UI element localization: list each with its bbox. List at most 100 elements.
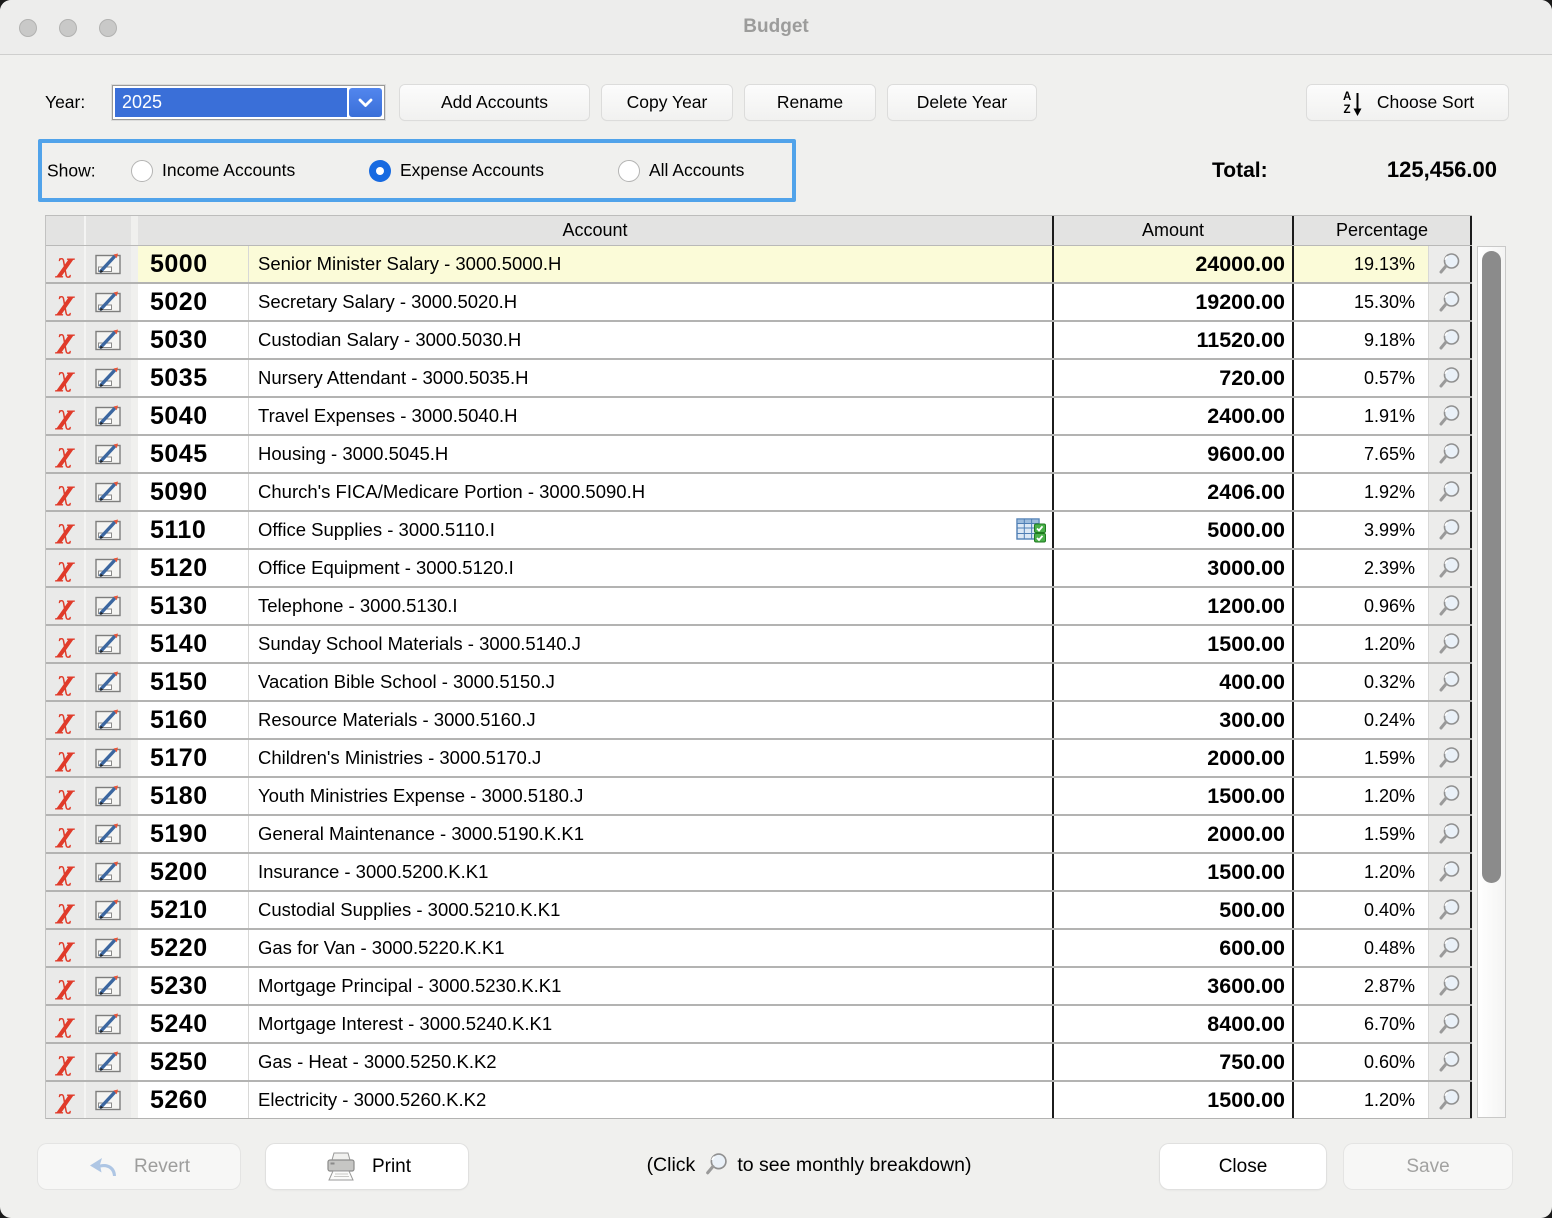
- table-row[interactable]: χ 5090Church's FICA/Medicare Portion - 3…: [46, 474, 1472, 512]
- amount-cell[interactable]: 3600.00: [1052, 968, 1292, 1004]
- account-name[interactable]: Secretary Salary - 3000.5020.H: [249, 284, 1052, 320]
- account-number[interactable]: 5090: [138, 474, 249, 510]
- account-name[interactable]: Resource Materials - 3000.5160.J: [249, 702, 1052, 738]
- table-row[interactable]: χ 5250Gas - Heat - 3000.5250.K.K2750.000…: [46, 1044, 1472, 1082]
- monthly-breakdown-button[interactable]: [1428, 246, 1472, 282]
- monthly-breakdown-button[interactable]: [1428, 512, 1472, 548]
- account-name[interactable]: Office Equipment - 3000.5120.I: [249, 550, 1052, 586]
- account-name[interactable]: General Maintenance - 3000.5190.K.K1: [249, 816, 1052, 852]
- amount-cell[interactable]: 1500.00: [1052, 778, 1292, 814]
- delete-account-button[interactable]: χ: [46, 816, 86, 852]
- radio-all-accounts[interactable]: All Accounts: [618, 160, 744, 182]
- delete-account-button[interactable]: χ: [46, 550, 86, 586]
- amount-cell[interactable]: 8400.00: [1052, 1006, 1292, 1042]
- amount-cell[interactable]: 19200.00: [1052, 284, 1292, 320]
- monthly-breakdown-button[interactable]: [1428, 588, 1472, 624]
- delete-account-button[interactable]: χ: [46, 246, 86, 282]
- delete-account-button[interactable]: χ: [46, 360, 86, 396]
- delete-account-button[interactable]: χ: [46, 398, 86, 434]
- table-row[interactable]: χ 5240Mortgage Interest - 3000.5240.K.K1…: [46, 1006, 1472, 1044]
- amount-cell[interactable]: 720.00: [1052, 360, 1292, 396]
- radio-icon[interactable]: [369, 160, 391, 182]
- table-row[interactable]: χ 5110Office Supplies - 3000.5110.I 5000…: [46, 512, 1472, 550]
- amount-cell[interactable]: 300.00: [1052, 702, 1292, 738]
- monthly-breakdown-button[interactable]: [1428, 284, 1472, 320]
- edit-account-button[interactable]: [86, 778, 138, 814]
- choose-sort-button[interactable]: A Z Choose Sort: [1307, 85, 1508, 120]
- radio-icon[interactable]: [618, 160, 640, 182]
- account-number[interactable]: 5120: [138, 550, 249, 586]
- account-number[interactable]: 5030: [138, 322, 249, 358]
- delete-account-button[interactable]: χ: [46, 930, 86, 966]
- amount-cell[interactable]: 2400.00: [1052, 398, 1292, 434]
- edit-account-button[interactable]: [86, 930, 138, 966]
- edit-account-button[interactable]: [86, 284, 138, 320]
- account-name[interactable]: Housing - 3000.5045.H: [249, 436, 1052, 472]
- account-name[interactable]: Mortgage Principal - 3000.5230.K.K1: [249, 968, 1052, 1004]
- account-name[interactable]: Travel Expenses - 3000.5040.H: [249, 398, 1052, 434]
- account-number[interactable]: 5000: [138, 246, 249, 282]
- radio-expense-accounts[interactable]: Expense Accounts: [369, 160, 544, 182]
- edit-account-button[interactable]: [86, 816, 138, 852]
- scrollbar-thumb[interactable]: [1482, 251, 1501, 883]
- delete-account-button[interactable]: χ: [46, 664, 86, 700]
- edit-account-button[interactable]: [86, 474, 138, 510]
- amount-cell[interactable]: 1500.00: [1052, 854, 1292, 890]
- delete-account-button[interactable]: χ: [46, 474, 86, 510]
- account-number[interactable]: 5210: [138, 892, 249, 928]
- monthly-breakdown-button[interactable]: [1428, 474, 1472, 510]
- delete-account-button[interactable]: χ: [46, 778, 86, 814]
- add-accounts-button[interactable]: Add Accounts: [400, 85, 589, 120]
- amount-cell[interactable]: 11520.00: [1052, 322, 1292, 358]
- save-button[interactable]: Save: [1344, 1144, 1512, 1189]
- delete-account-button[interactable]: χ: [46, 588, 86, 624]
- monthly-breakdown-button[interactable]: [1428, 892, 1472, 928]
- account-number[interactable]: 5190: [138, 816, 249, 852]
- table-row[interactable]: χ 5160Resource Materials - 3000.5160.J30…: [46, 702, 1472, 740]
- amount-cell[interactable]: 2406.00: [1052, 474, 1292, 510]
- table-row[interactable]: χ 5140Sunday School Materials - 3000.514…: [46, 626, 1472, 664]
- amount-cell[interactable]: 600.00: [1052, 930, 1292, 966]
- amount-cell[interactable]: 24000.00: [1052, 246, 1292, 282]
- monthly-breakdown-button[interactable]: [1428, 322, 1472, 358]
- account-name[interactable]: Custodian Salary - 3000.5030.H: [249, 322, 1052, 358]
- print-button[interactable]: Print: [266, 1144, 468, 1189]
- monthly-breakdown-button[interactable]: [1428, 816, 1472, 852]
- monthly-breakdown-button[interactable]: [1428, 1044, 1472, 1080]
- table-row[interactable]: χ 5130Telephone - 3000.5130.I1200.000.96…: [46, 588, 1472, 626]
- table-row[interactable]: χ 5190General Maintenance - 3000.5190.K.…: [46, 816, 1472, 854]
- monthly-breakdown-button[interactable]: [1428, 398, 1472, 434]
- vertical-scrollbar[interactable]: [1477, 246, 1506, 1118]
- monthly-breakdown-button[interactable]: [1428, 1006, 1472, 1042]
- edit-account-button[interactable]: [86, 436, 138, 472]
- table-row[interactable]: χ 5030Custodian Salary - 3000.5030.H1152…: [46, 322, 1472, 360]
- amount-cell[interactable]: 3000.00: [1052, 550, 1292, 586]
- delete-account-button[interactable]: χ: [46, 702, 86, 738]
- edit-account-button[interactable]: [86, 854, 138, 890]
- account-name[interactable]: Vacation Bible School - 3000.5150.J: [249, 664, 1052, 700]
- table-row[interactable]: χ 5170Children's Ministries - 3000.5170.…: [46, 740, 1472, 778]
- table-row[interactable]: χ 5120Office Equipment - 3000.5120.I3000…: [46, 550, 1472, 588]
- monthly-breakdown-button[interactable]: [1428, 740, 1472, 776]
- edit-account-button[interactable]: [86, 322, 138, 358]
- account-name[interactable]: Nursery Attendant - 3000.5035.H: [249, 360, 1052, 396]
- monthly-breakdown-button[interactable]: [1428, 550, 1472, 586]
- delete-account-button[interactable]: χ: [46, 322, 86, 358]
- account-number[interactable]: 5150: [138, 664, 249, 700]
- account-number[interactable]: 5220: [138, 930, 249, 966]
- delete-account-button[interactable]: χ: [46, 740, 86, 776]
- table-row[interactable]: χ 5180Youth Ministries Expense - 3000.51…: [46, 778, 1472, 816]
- amount-cell[interactable]: 750.00: [1052, 1044, 1292, 1080]
- account-number[interactable]: 5020: [138, 284, 249, 320]
- account-number[interactable]: 5040: [138, 398, 249, 434]
- table-row[interactable]: χ 5040Travel Expenses - 3000.5040.H2400.…: [46, 398, 1472, 436]
- table-row[interactable]: χ 5045Housing - 3000.5045.H9600.007.65%: [46, 436, 1472, 474]
- account-name[interactable]: Mortgage Interest - 3000.5240.K.K1: [249, 1006, 1052, 1042]
- delete-account-button[interactable]: χ: [46, 1082, 86, 1118]
- account-name[interactable]: Church's FICA/Medicare Portion - 3000.50…: [249, 474, 1052, 510]
- account-number[interactable]: 5035: [138, 360, 249, 396]
- edit-account-button[interactable]: [86, 512, 138, 548]
- minimize-window-icon[interactable]: [59, 19, 77, 37]
- account-name[interactable]: Youth Ministries Expense - 3000.5180.J: [249, 778, 1052, 814]
- delete-year-button[interactable]: Delete Year: [888, 85, 1036, 120]
